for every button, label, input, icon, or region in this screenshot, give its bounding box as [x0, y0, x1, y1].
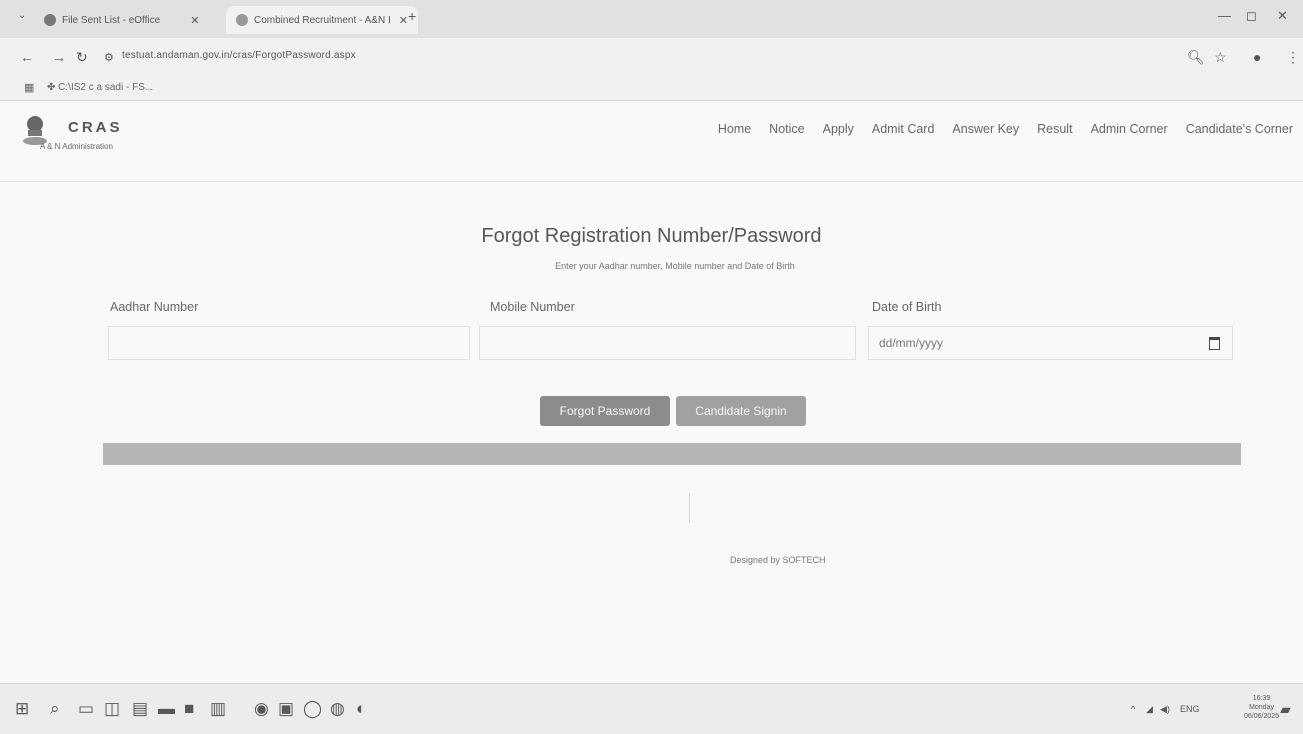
file-explorer-icon[interactable]: ▬: [158, 699, 175, 719]
tab-title: File Sent List - eOffice: [62, 14, 161, 26]
close-window-icon[interactable]: ✕: [1277, 8, 1288, 24]
search-icon[interactable]: ⌕: [50, 699, 60, 719]
nav-admit-card[interactable]: Admit Card: [872, 122, 935, 136]
tab-eoffice[interactable]: File Sent List - eOffice ✕: [44, 6, 199, 34]
clock[interactable]: 16:39 Monday 06/06/2025: [1244, 694, 1279, 721]
tab-cras[interactable]: Combined Recruitment - A&N I ✕: [226, 6, 418, 34]
volume-icon[interactable]: ◀): [1160, 704, 1170, 715]
emblem-icon: [23, 116, 47, 145]
nav-answer-key[interactable]: Answer Key: [952, 122, 1019, 136]
cras-favicon-icon: [236, 14, 248, 26]
maximize-icon[interactable]: ◻: [1246, 8, 1257, 24]
back-icon[interactable]: ←: [20, 49, 34, 65]
store-icon[interactable]: ■: [184, 699, 194, 719]
app-icon[interactable]: ▥: [210, 699, 226, 719]
forward-icon[interactable]: →: [52, 49, 66, 65]
task-view-icon[interactable]: ▭: [78, 699, 94, 719]
clock-date: 06/06/2025: [1244, 713, 1280, 720]
widgets-icon[interactable]: ◫: [104, 699, 120, 719]
nav-divider: [0, 181, 1303, 182]
designed-by-text: Designed by SOFTECH: [730, 555, 826, 565]
close-tab-icon[interactable]: ✕: [190, 14, 199, 27]
mobile-label: Mobile Number: [490, 300, 575, 314]
minimize-icon[interactable]: —: [1218, 8, 1231, 23]
clock-day: Monday: [1249, 704, 1274, 711]
close-tab-icon[interactable]: ✕: [399, 14, 408, 27]
aadhar-field[interactable]: [108, 326, 470, 360]
start-windows-icon[interactable]: ⊞: [15, 699, 29, 719]
dob-input[interactable]: [869, 327, 1232, 359]
whatsapp-icon[interactable]: ◯: [303, 699, 322, 719]
browser-app-icon[interactable]: ◍: [330, 699, 345, 719]
profile-avatar-icon[interactable]: ●: [1253, 49, 1261, 65]
site-info-icon[interactable]: ⚙: [104, 51, 114, 64]
nav-result[interactable]: Result: [1037, 122, 1072, 136]
candidate-signin-button[interactable]: Candidate Signin: [676, 396, 806, 426]
footer-band: [103, 443, 1241, 465]
forgot-password-button[interactable]: Forgot Password: [540, 396, 670, 426]
aadhar-input[interactable]: [109, 327, 469, 359]
tab-list-chevron-icon[interactable]: ⌄: [18, 10, 26, 21]
clock-time: 16:39: [1252, 695, 1271, 702]
calendar-icon[interactable]: [1209, 337, 1220, 350]
bookmarks-bar: ▦ ✤ C:\IS2 c a sadi - FS...: [0, 76, 1303, 101]
nav-admin-corner[interactable]: Admin Corner: [1091, 122, 1168, 136]
bookmark-label: C:\IS2 c a sadi - FS...: [58, 82, 154, 93]
bookmark-leaf-icon: ✤: [47, 82, 59, 93]
browser-tab-strip: ⌄ File Sent List - eOffice ✕ Combined Re…: [0, 0, 1303, 38]
chat-icon[interactable]: ▤: [132, 699, 148, 719]
eoffice-favicon-icon: [44, 14, 56, 26]
tab-title: Combined Recruitment - A&N I: [254, 14, 391, 26]
bookmark-item[interactable]: ✤ C:\IS2 c a sadi - FS...: [47, 82, 153, 93]
nav-candidates-corner[interactable]: Candidate's Corner: [1186, 122, 1293, 136]
aadhar-label: Aadhar Number: [110, 300, 199, 314]
wifi-icon[interactable]: ◢: [1146, 704, 1153, 715]
dob-field[interactable]: [868, 326, 1233, 360]
zoom-icon[interactable]: 🔍︎: [1187, 49, 1205, 66]
menu-kebab-icon[interactable]: ⋮: [1286, 49, 1300, 66]
new-tab-button[interactable]: +: [408, 8, 416, 24]
nav-home[interactable]: Home: [718, 122, 751, 136]
web-page: CRAS A & N Administration Home Notice Ap…: [0, 101, 1303, 683]
footer-divider: [689, 493, 690, 523]
address-bar[interactable]: testuat.andaman.gov.in/cras/ForgotPasswo…: [122, 50, 356, 61]
browser-toolbar: ← → ↻ ⚙ testuat.andaman.gov.in/cras/Forg…: [0, 38, 1303, 76]
bookmark-star-icon[interactable]: ☆: [1214, 49, 1227, 66]
nav-apply[interactable]: Apply: [823, 122, 854, 136]
nav-notice[interactable]: Notice: [769, 122, 804, 136]
photos-icon[interactable]: ▣: [278, 699, 294, 719]
notification-icon[interactable]: ▰: [1280, 701, 1291, 718]
mobile-input[interactable]: [480, 327, 855, 359]
mobile-field[interactable]: [479, 326, 856, 360]
taskbar: ⊞ ⌕ ▭ ◫ ▤ ▬ ■ ▥ ◉ ▣ ◯ ◍ ◐ ^ ◢ ◀) ENG 16:…: [0, 683, 1303, 734]
form-instructions: Enter your Aadhar number, Mobile number …: [555, 261, 795, 271]
tray-chevron-icon[interactable]: ^: [1131, 704, 1135, 714]
brand-title: CRAS: [68, 119, 123, 136]
language-indicator[interactable]: ENG: [1180, 704, 1200, 714]
brand-subtitle: A & N Administration: [40, 142, 113, 151]
chrome-icon[interactable]: ◉: [254, 699, 269, 719]
page-title: Forgot Registration Number/Password: [481, 225, 822, 247]
reload-icon[interactable]: ↻: [76, 49, 88, 66]
apps-grid-icon[interactable]: ▦: [24, 81, 34, 94]
edge-icon[interactable]: ◐: [356, 699, 366, 719]
dob-label: Date of Birth: [872, 300, 942, 314]
main-nav: Home Notice Apply Admit Card Answer Key …: [700, 122, 1293, 136]
